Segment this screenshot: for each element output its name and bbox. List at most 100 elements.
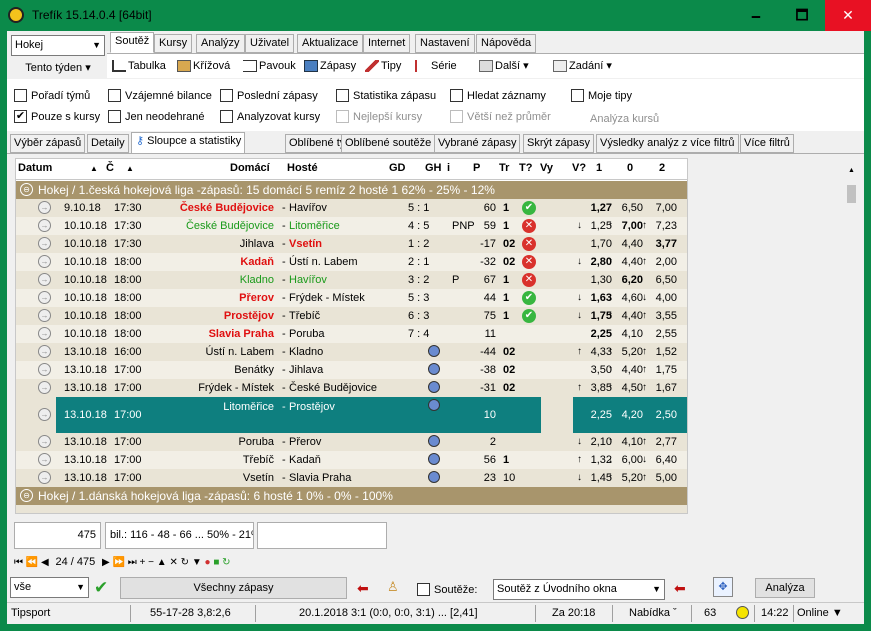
- row-arrow-icon[interactable]: →: [38, 408, 51, 421]
- checkbox[interactable]: [220, 88, 233, 102]
- col-away[interactable]: Hosté: [287, 162, 318, 174]
- row-arrow-icon[interactable]: →: [38, 363, 51, 376]
- col-odd0[interactable]: 0: [627, 162, 633, 174]
- analyze-button[interactable]: Analýza: [755, 578, 815, 598]
- check-match-stats[interactable]: Statistika zápasu: [336, 88, 436, 104]
- col-number[interactable]: Č: [106, 162, 114, 174]
- first-icon[interactable]: ⏮: [14, 557, 23, 568]
- stop-icon[interactable]: ●: [205, 557, 211, 568]
- col-i[interactable]: i: [447, 162, 450, 174]
- tab-kursy[interactable]: Kursy: [154, 34, 193, 53]
- competitions-check[interactable]: Soutěže:: [417, 582, 477, 598]
- table-row[interactable]: → 10.10.18 18:00 Kadaň - Ústí n. Labem 2 : 1 -3…: [16, 253, 687, 271]
- tab-soutez[interactable]: Soutěž: [110, 32, 155, 53]
- checkbox[interactable]: [108, 88, 121, 102]
- checkbox[interactable]: [571, 88, 584, 102]
- maximize-button[interactable]: 🗖: [779, 0, 825, 31]
- row-arrow-icon[interactable]: →: [38, 219, 51, 232]
- row-arrow-icon[interactable]: →: [38, 327, 51, 340]
- row-arrow-icon[interactable]: →: [38, 309, 51, 322]
- tab-aktualizace[interactable]: Aktualizace: [297, 34, 364, 53]
- col-tq[interactable]: T?: [519, 162, 532, 174]
- check-only-odds[interactable]: ✔ Pouze s kursy: [14, 109, 100, 125]
- row-arrow-icon[interactable]: →: [38, 201, 51, 214]
- subtab-hide-matches[interactable]: Skrýt zápasy: [523, 134, 594, 153]
- subtab-fav-comps[interactable]: Oblíbené soutěže: [341, 134, 436, 153]
- check-mutual[interactable]: Vzájemné bilance: [108, 88, 212, 104]
- subtab-select-matches[interactable]: Výběr zápasů: [10, 134, 86, 153]
- minimize-button[interactable]: 🗕: [733, 0, 779, 31]
- subtab-more-filters[interactable]: Více filtrů: [740, 134, 794, 153]
- check-unplayed[interactable]: Jen neodehrané: [108, 109, 205, 125]
- col-tr[interactable]: Tr: [499, 162, 509, 174]
- table-row[interactable]: [16, 505, 687, 513]
- status-online[interactable]: Online ▼: [797, 607, 843, 619]
- col-vq[interactable]: V?: [572, 162, 586, 174]
- checkbox[interactable]: [450, 88, 463, 102]
- row-arrow-icon[interactable]: →: [38, 381, 51, 394]
- last-icon[interactable]: ⏭: [128, 557, 137, 568]
- tab-nastaveni[interactable]: Nastavení: [415, 34, 475, 53]
- input-button[interactable]: Zadání ▾: [553, 56, 612, 76]
- sport-select[interactable]: Hokej ▼: [11, 35, 105, 56]
- row-arrow-icon[interactable]: →: [38, 291, 51, 304]
- group-header[interactable]: ⊖ Hokej / 1.česká hokejová liga -zápasů: …: [16, 181, 687, 199]
- filter-select[interactable]: vše ▼: [10, 577, 89, 598]
- apply-check-icon[interactable]: ✔: [94, 578, 108, 598]
- more-button[interactable]: Další ▾: [479, 56, 529, 76]
- tab-napoveda[interactable]: Nápověda: [476, 34, 537, 53]
- vertical-scrollbar[interactable]: ▲: [844, 165, 861, 505]
- checkbox[interactable]: [14, 88, 27, 102]
- checkbox[interactable]: [336, 88, 349, 102]
- export-icon[interactable]: ■: [213, 557, 219, 568]
- check-search-records[interactable]: Hledat záznamy: [450, 88, 546, 104]
- checkbox-checked[interactable]: ✔: [14, 109, 27, 123]
- checkbox[interactable]: [108, 109, 121, 123]
- row-arrow-icon[interactable]: →: [38, 345, 51, 358]
- row-arrow-icon[interactable]: →: [38, 435, 51, 448]
- table-row[interactable]: → 10.10.18 18:00 Přerov - Frýdek - Místek 5 : …: [16, 289, 687, 307]
- tab-analyzy[interactable]: Analýzy: [196, 34, 245, 53]
- confirm-icon[interactable]: ▲: [157, 557, 167, 568]
- table-row[interactable]: → 10.10.18 18:00 Kladno - Havířov 3 : 2 P 67 1 ✕ 1,…: [16, 271, 687, 289]
- cancel-icon[interactable]: ✕: [169, 557, 177, 568]
- table-button[interactable]: Tabulka: [112, 56, 166, 76]
- series-button[interactable]: Série: [415, 56, 457, 76]
- status-offer[interactable]: Nabídka ˇ: [629, 607, 677, 619]
- check-team-order[interactable]: Pořadí týmů: [14, 88, 90, 104]
- check-analyze-odds[interactable]: Analyzovat kursy: [220, 109, 320, 125]
- competition-select[interactable]: Soutěž z Úvodního okna ▼: [493, 579, 665, 600]
- table-row[interactable]: → 10.10.18 17:30 Jihlava - Vsetín 1 : 2 -17 02 ✕ 1…: [16, 235, 687, 253]
- table-row[interactable]: → 10.10.18 17:30 České Budějovice - Litoměřic…: [16, 217, 687, 235]
- check-my-tips[interactable]: Moje tipy: [571, 88, 632, 104]
- table-row[interactable]: → 13.10.18 17:00 Frýdek - Místek - České Budě…: [16, 379, 687, 397]
- scroll-up-icon[interactable]: ▲: [848, 167, 855, 174]
- table-row[interactable]: → 13.10.18 17:00 Vsetín - Slavia Praha 23 10 ↓ 1,…: [16, 469, 687, 487]
- table-row[interactable]: → 9.10.18 17:30 České Budějovice - Havířov 5 :…: [16, 199, 687, 217]
- reload-icon[interactable]: ↻: [222, 557, 230, 568]
- table-row[interactable]: → 13.10.18 17:00 Třebíč - Kadaň 56 1 ↑ 1,32 ↓ 6,00 ↓…: [16, 451, 687, 469]
- col-odd2[interactable]: 2: [659, 162, 665, 174]
- col-gd[interactable]: GD: [389, 162, 406, 174]
- period-dropdown[interactable]: Tento týden ▾: [11, 58, 105, 78]
- row-arrow-icon[interactable]: →: [38, 237, 51, 250]
- filter-icon[interactable]: ▼: [192, 557, 202, 568]
- table-row[interactable]: → 10.10.18 18:00 Slavia Praha - Poruba 7 : 4 11…: [16, 325, 687, 343]
- table-row[interactable]: → 13.10.18 17:00 Litoměřice - Prostějov 10 2,25…: [16, 397, 687, 433]
- close-button[interactable]: ✕: [825, 0, 871, 31]
- row-arrow-icon[interactable]: →: [38, 273, 51, 286]
- tab-internet[interactable]: Internet: [363, 34, 411, 53]
- col-p[interactable]: P: [473, 162, 480, 174]
- tips-button[interactable]: Tipy: [365, 56, 401, 76]
- table-row[interactable]: → 10.10.18 18:00 Prostějov - Třebíč 6 : 3 75 1 ✔ ↓…: [16, 307, 687, 325]
- table-row[interactable]: → 13.10.18 16:00 Ústí n. Labem - Kladno -44 02 ↑…: [16, 343, 687, 361]
- row-arrow-icon[interactable]: →: [38, 453, 51, 466]
- user-icon[interactable]: ♙: [387, 579, 399, 595]
- tab-uzivatel[interactable]: Uživatel: [245, 34, 295, 53]
- col-vy[interactable]: Vy: [540, 162, 553, 174]
- subtab-selected-matches[interactable]: Vybrané zápasy: [434, 134, 521, 153]
- table-row[interactable]: → 13.10.18 17:00 Poruba - Přerov 2 ↓ 2,10 ↑ 4,10 ↑ 2…: [16, 433, 687, 451]
- scroll-thumb[interactable]: [847, 185, 856, 203]
- col-date[interactable]: Datum: [18, 162, 52, 174]
- next-page-icon[interactable]: ⏩: [113, 557, 125, 568]
